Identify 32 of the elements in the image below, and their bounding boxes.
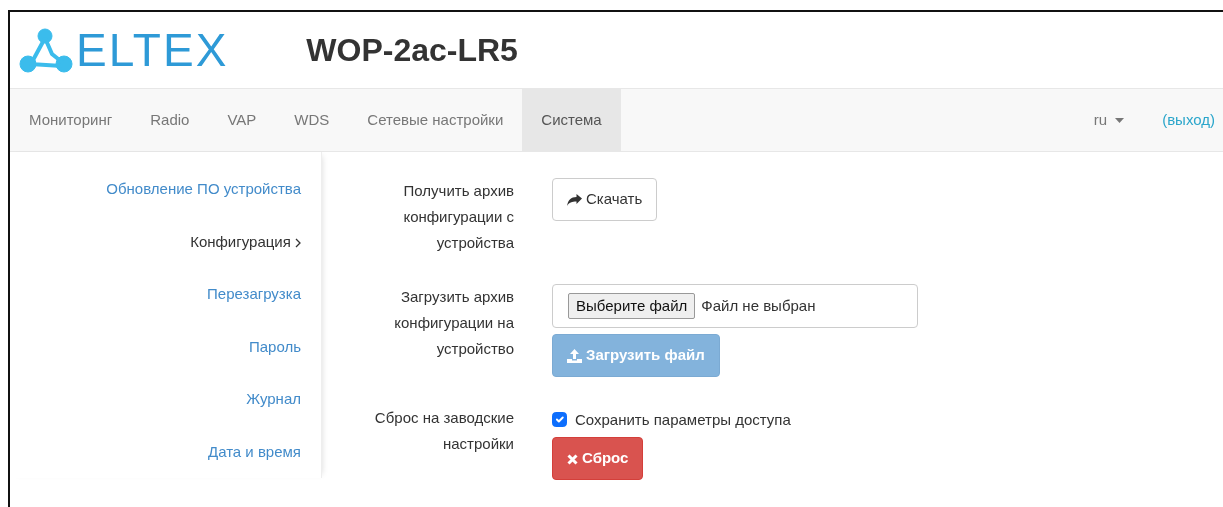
download-button[interactable]: Скачать <box>552 178 658 221</box>
share-arrow-icon <box>567 194 582 207</box>
field-label: Получить архив конфигурации с устройства <box>402 181 515 253</box>
sidebar-link[interactable]: Дата и время <box>10 440 321 493</box>
device-title: WOP-2ac-LR5 <box>306 31 518 70</box>
reset-button[interactable]: Сброс <box>552 437 644 480</box>
field-label: Загрузить архив конфигурации на устройство <box>393 287 515 359</box>
checkbox-label: Сохранить параметры доступа <box>575 409 791 430</box>
language-dropdown[interactable]: ru <box>1093 89 1125 151</box>
file-input[interactable]: Выберите файл Файл не выбран <box>552 284 918 328</box>
sidebar-link[interactable]: Журнал <box>10 388 321 441</box>
nav-tab[interactable]: Radio <box>131 89 209 151</box>
nav-tab[interactable]: VAP <box>208 89 276 151</box>
nav-tab[interactable]: Сетевые настройки <box>348 89 523 151</box>
choose-file-button[interactable]: Выберите файл <box>568 292 696 320</box>
nav-tab[interactable]: WDS <box>275 89 349 151</box>
nav-tab[interactable]: Система <box>522 89 621 151</box>
logo-text: ELTEX <box>76 27 229 73</box>
close-icon <box>567 453 578 465</box>
nav-tab[interactable]: Мониторинг <box>10 89 132 151</box>
sidebar-link[interactable]: Конфигурация <box>10 230 321 283</box>
field-label: Сброс на заводские настройки <box>373 407 515 454</box>
checkbox[interactable] <box>552 412 567 428</box>
sidebar-link[interactable]: Перезагрузка <box>10 283 321 336</box>
chevron-right-icon <box>295 237 301 248</box>
sidebar-link[interactable]: Пароль <box>10 335 321 388</box>
upload-icon <box>567 349 582 364</box>
caret-icon <box>1115 117 1125 123</box>
sidebar-link[interactable]: Обновление ПО устройства <box>10 178 321 231</box>
logo-icon <box>18 26 76 74</box>
file-status: Файл не выбран <box>701 295 816 316</box>
logout-link[interactable]: (выход) <box>1162 89 1215 151</box>
